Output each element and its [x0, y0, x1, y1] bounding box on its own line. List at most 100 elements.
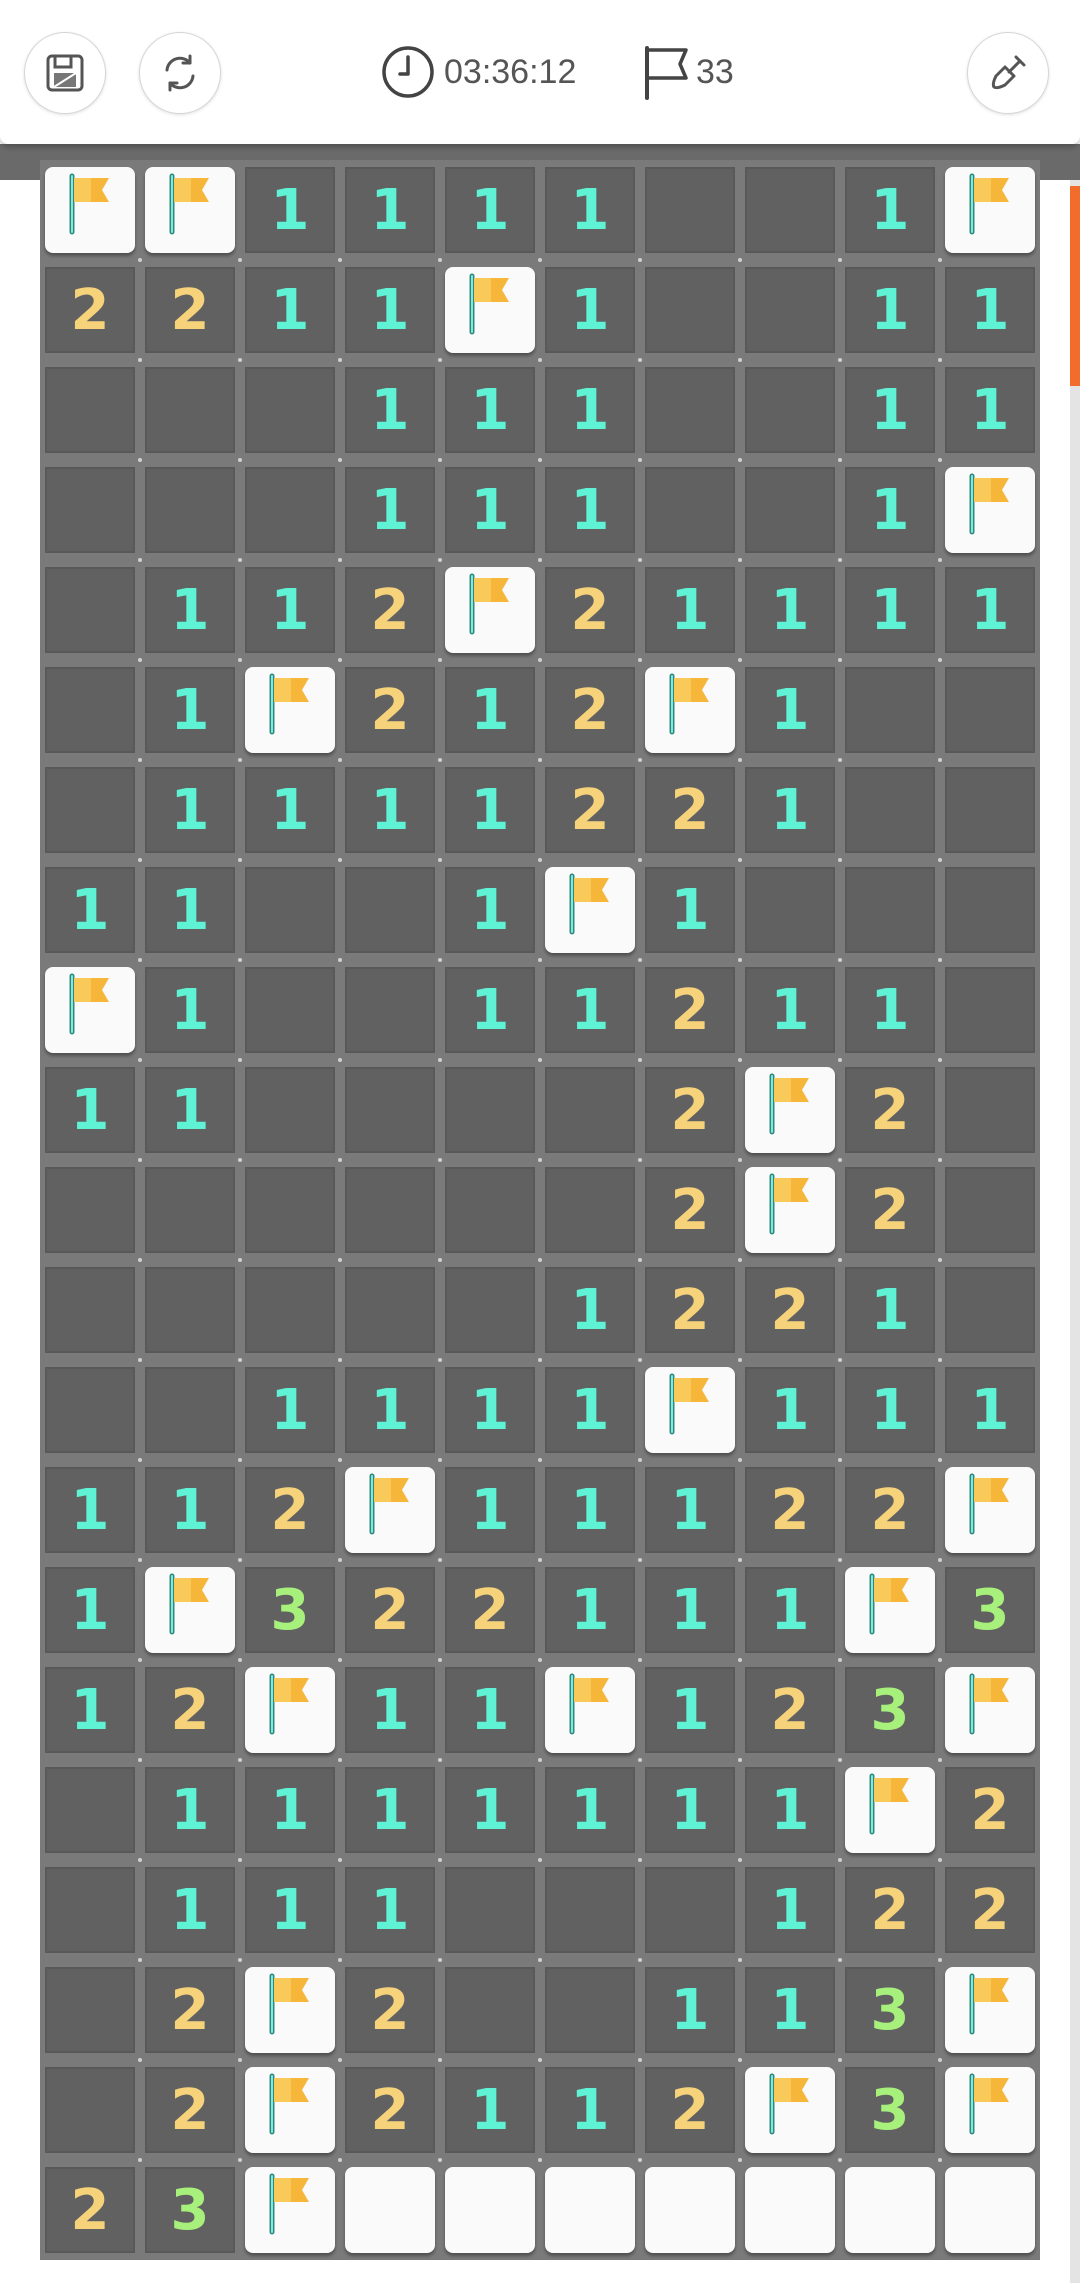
number-cell[interactable]: 1 — [40, 1660, 140, 1760]
unrevealed-cell[interactable] — [840, 2160, 940, 2260]
number-cell[interactable]: 1 — [740, 760, 840, 860]
number-cell[interactable]: 1 — [540, 460, 640, 560]
number-cell[interactable]: 1 — [540, 260, 640, 360]
number-cell[interactable]: 1 — [40, 860, 140, 960]
number-cell[interactable]: 1 — [340, 160, 440, 260]
number-cell[interactable]: 1 — [640, 1960, 740, 2060]
flagged-cell[interactable] — [940, 1460, 1040, 1560]
number-cell[interactable]: 2 — [840, 1160, 940, 1260]
scrollbar-track[interactable] — [1070, 180, 1080, 2283]
number-cell[interactable]: 2 — [40, 2160, 140, 2260]
empty-cell[interactable] — [40, 460, 140, 560]
number-cell[interactable]: 1 — [440, 760, 540, 860]
unrevealed-cell[interactable] — [640, 2160, 740, 2260]
number-cell[interactable]: 1 — [740, 1560, 840, 1660]
number-cell[interactable]: 2 — [940, 1760, 1040, 1860]
number-cell[interactable]: 1 — [940, 360, 1040, 460]
unrevealed-cell[interactable] — [440, 2160, 540, 2260]
empty-cell[interactable] — [40, 1960, 140, 2060]
number-cell[interactable]: 2 — [140, 260, 240, 360]
empty-cell[interactable] — [240, 460, 340, 560]
number-cell[interactable]: 1 — [540, 1260, 640, 1360]
empty-cell[interactable] — [40, 1360, 140, 1460]
number-cell[interactable]: 2 — [140, 2060, 240, 2160]
empty-cell[interactable] — [240, 860, 340, 960]
empty-cell[interactable] — [240, 1060, 340, 1160]
empty-cell[interactable] — [640, 160, 740, 260]
empty-cell[interactable] — [840, 660, 940, 760]
number-cell[interactable]: 1 — [140, 1760, 240, 1860]
number-cell[interactable]: 2 — [340, 1560, 440, 1660]
flagged-cell[interactable] — [940, 460, 1040, 560]
flagged-cell[interactable] — [740, 2060, 840, 2160]
unrevealed-cell[interactable] — [940, 2160, 1040, 2260]
number-cell[interactable]: 1 — [540, 360, 640, 460]
number-cell[interactable]: 1 — [640, 860, 740, 960]
flagged-cell[interactable] — [240, 1960, 340, 2060]
scrollbar-thumb[interactable] — [1070, 186, 1080, 386]
flagged-cell[interactable] — [40, 960, 140, 1060]
flagged-cell[interactable] — [440, 560, 540, 660]
number-cell[interactable]: 2 — [640, 760, 740, 860]
number-cell[interactable]: 1 — [740, 1860, 840, 1960]
flagged-cell[interactable] — [540, 860, 640, 960]
number-cell[interactable]: 1 — [940, 260, 1040, 360]
empty-cell[interactable] — [940, 660, 1040, 760]
number-cell[interactable]: 2 — [540, 760, 640, 860]
number-cell[interactable]: 1 — [840, 960, 940, 1060]
flagged-cell[interactable] — [440, 260, 540, 360]
number-cell[interactable]: 1 — [340, 360, 440, 460]
flagged-cell[interactable] — [240, 2060, 340, 2160]
number-cell[interactable]: 1 — [740, 1760, 840, 1860]
number-cell[interactable]: 3 — [940, 1560, 1040, 1660]
number-cell[interactable]: 2 — [840, 1060, 940, 1160]
number-cell[interactable]: 1 — [640, 1460, 740, 1560]
number-cell[interactable]: 2 — [540, 560, 640, 660]
number-cell[interactable]: 1 — [740, 560, 840, 660]
number-cell[interactable]: 1 — [540, 160, 640, 260]
number-cell[interactable]: 2 — [740, 1260, 840, 1360]
empty-cell[interactable] — [940, 860, 1040, 960]
unrevealed-cell[interactable] — [540, 2160, 640, 2260]
empty-cell[interactable] — [140, 1360, 240, 1460]
number-cell[interactable]: 2 — [640, 1160, 740, 1260]
number-cell[interactable]: 1 — [740, 1960, 840, 2060]
empty-cell[interactable] — [440, 1060, 540, 1160]
flagged-cell[interactable] — [940, 160, 1040, 260]
empty-cell[interactable] — [40, 360, 140, 460]
empty-cell[interactable] — [40, 1760, 140, 1860]
empty-cell[interactable] — [40, 2060, 140, 2160]
number-cell[interactable]: 1 — [540, 2060, 640, 2160]
flagged-cell[interactable] — [940, 1960, 1040, 2060]
empty-cell[interactable] — [740, 260, 840, 360]
number-cell[interactable]: 1 — [140, 560, 240, 660]
empty-cell[interactable] — [240, 1160, 340, 1260]
empty-cell[interactable] — [340, 1260, 440, 1360]
number-cell[interactable]: 2 — [640, 1260, 740, 1360]
empty-cell[interactable] — [340, 1160, 440, 1260]
number-cell[interactable]: 2 — [940, 1860, 1040, 1960]
number-cell[interactable]: 1 — [440, 1460, 540, 1560]
number-cell[interactable]: 1 — [440, 2060, 540, 2160]
number-cell[interactable]: 1 — [140, 860, 240, 960]
number-cell[interactable]: 1 — [440, 660, 540, 760]
number-cell[interactable]: 1 — [340, 1760, 440, 1860]
number-cell[interactable]: 2 — [440, 1560, 540, 1660]
number-cell[interactable]: 3 — [840, 1960, 940, 2060]
empty-cell[interactable] — [340, 1060, 440, 1160]
number-cell[interactable]: 1 — [440, 1760, 540, 1860]
number-cell[interactable]: 1 — [340, 1660, 440, 1760]
empty-cell[interactable] — [140, 1160, 240, 1260]
number-cell[interactable]: 2 — [340, 2060, 440, 2160]
flagged-cell[interactable] — [840, 1760, 940, 1860]
flagged-cell[interactable] — [140, 160, 240, 260]
number-cell[interactable]: 1 — [840, 260, 940, 360]
number-cell[interactable]: 1 — [140, 660, 240, 760]
empty-cell[interactable] — [940, 1060, 1040, 1160]
empty-cell[interactable] — [940, 1260, 1040, 1360]
empty-cell[interactable] — [540, 1060, 640, 1160]
number-cell[interactable]: 1 — [240, 1860, 340, 1960]
number-cell[interactable]: 1 — [340, 760, 440, 860]
empty-cell[interactable] — [640, 1860, 740, 1960]
flagged-cell[interactable] — [640, 660, 740, 760]
